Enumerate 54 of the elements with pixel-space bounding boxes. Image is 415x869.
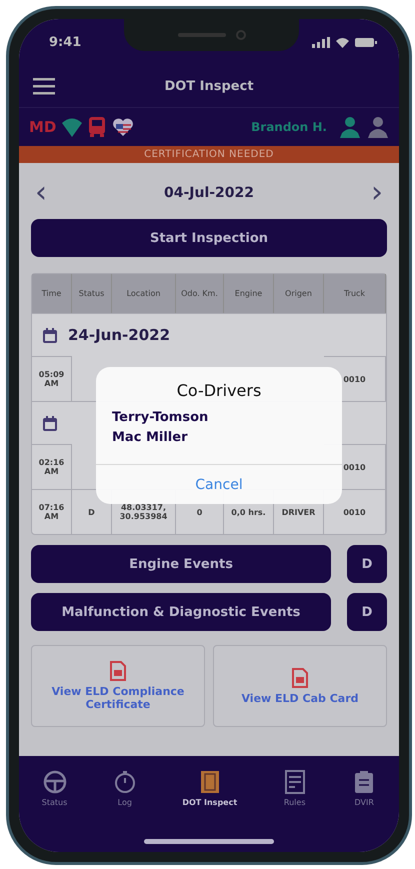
flag-heart-icon: [112, 117, 134, 137]
co-driver-name: Mac Miller: [112, 429, 188, 447]
column-header: Truck: [324, 274, 386, 313]
card-label: View ELD Compliance Certificate: [50, 685, 186, 711]
co-driver-name: Terry-Tomson: [112, 409, 210, 427]
table-cell: 02:16 AM: [32, 444, 72, 489]
signal-icon: [312, 36, 330, 48]
nav-tab[interactable]: Log: [110, 770, 139, 807]
column-header: Engine: [224, 274, 274, 313]
previous-date-button[interactable]: ‹: [31, 178, 51, 208]
column-header: Status: [72, 274, 112, 313]
driver-name: Brandon H.: [251, 120, 327, 134]
events-button[interactable]: Malfunction & Diagnostic Events: [31, 593, 331, 631]
column-header: Time: [32, 274, 72, 313]
events-status-button[interactable]: D: [347, 545, 387, 583]
document-card[interactable]: View ELD Cab Card: [213, 645, 387, 727]
events-status-button[interactable]: D: [347, 593, 387, 631]
group-date: 24-Jun-2022: [68, 326, 170, 344]
nav-tab[interactable]: Status: [40, 770, 70, 807]
column-header: Location: [112, 274, 176, 313]
screen-title: DOT Inspect: [163, 78, 255, 94]
nav-tab[interactable]: DOT Inspect: [180, 770, 240, 807]
wifi-icon: [62, 117, 82, 137]
bus-icon: [88, 117, 106, 137]
person-icon: [339, 116, 361, 138]
camera-lens: [236, 30, 246, 40]
menu-icon: [33, 77, 55, 95]
nav-tab[interactable]: Rules: [280, 770, 309, 807]
wifi-icon: [335, 36, 350, 48]
calendar-icon: [42, 326, 58, 344]
battery-icon: [355, 36, 377, 48]
next-date-button[interactable]: ›: [366, 178, 387, 208]
document-card[interactable]: View ELD Compliance Certificate: [31, 645, 205, 727]
calendar-icon: [42, 414, 58, 432]
dialog-title: Co-Drivers: [176, 380, 262, 402]
state-code: MD: [29, 118, 56, 136]
column-header: Origen: [274, 274, 324, 313]
document-icon: [282, 770, 307, 794]
table-cell: 05:09 AM: [32, 356, 72, 401]
card-label: View ELD Cab Card: [241, 692, 359, 704]
certification-banner: CERTIFICATION NEEDED: [19, 146, 399, 163]
status-time: 9:41: [49, 34, 82, 50]
start-inspection-button[interactable]: Start Inspection: [31, 219, 387, 257]
steering-wheel-icon: [42, 770, 67, 794]
nav-tab[interactable]: DVIR: [350, 770, 378, 807]
events-button[interactable]: Engine Events: [31, 545, 331, 583]
current-date: 04-Jul-2022: [164, 185, 254, 201]
person-icon: [367, 116, 389, 138]
document-icon: [110, 661, 126, 681]
column-header: Odo. Km.: [176, 274, 224, 313]
table-cell: 07:16 AM: [32, 489, 72, 534]
document-icon: [292, 668, 308, 688]
stopwatch-icon: [112, 770, 137, 794]
cancel-button[interactable]: Cancel: [96, 464, 342, 504]
